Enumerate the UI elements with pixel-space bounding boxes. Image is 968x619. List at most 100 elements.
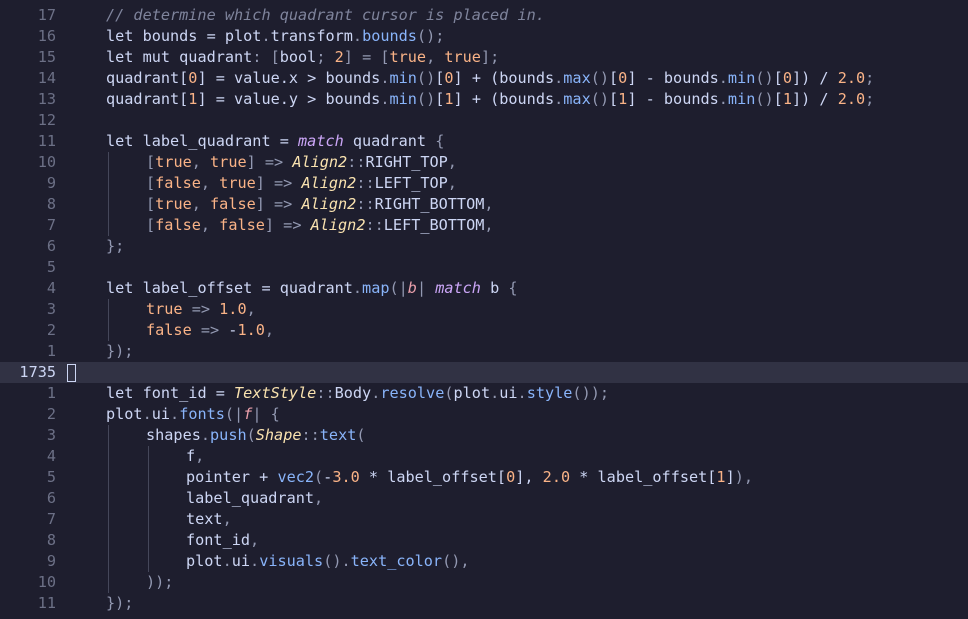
code-token: transform xyxy=(270,27,353,45)
code-line[interactable]: 1 let font_id = TextStyle::Body.resolve(p… xyxy=(0,383,968,404)
code-line[interactable]: 2 plot.ui.fonts(|f| { xyxy=(0,404,968,425)
line-number: 7 xyxy=(46,510,56,528)
code-token: () xyxy=(416,69,436,87)
code-token: let xyxy=(106,279,143,297)
code-text: [false, false] => Align2::LEFT_BOTTOM, xyxy=(146,215,494,236)
code-line[interactable]: 9 plot.ui.visuals().text_color(), xyxy=(0,551,968,572)
code-token: true xyxy=(155,195,192,213)
code-line[interactable]: 2 false => -1.0, xyxy=(0,320,968,341)
code-token: 2.0 xyxy=(837,69,866,87)
code-token: fonts xyxy=(179,405,225,423)
code-line[interactable]: 15 let mut quadrant: [bool; 2] = [true, t… xyxy=(0,47,968,68)
code-token: b xyxy=(480,279,509,297)
code-line[interactable]: 7 text, xyxy=(0,509,968,530)
code-token: . xyxy=(142,405,152,423)
code-text: text, xyxy=(186,509,232,530)
code-token: (| xyxy=(224,405,244,423)
code-token: false xyxy=(219,216,265,234)
line-number: 5 xyxy=(46,468,56,486)
code-line[interactable]: 5 pointer + vec2(-3.0 * label_offset[0], … xyxy=(0,467,968,488)
line-number: 12 xyxy=(37,111,56,129)
code-line[interactable]: 14 quadrant[0] = value.x > bounds.min()[0… xyxy=(0,68,968,89)
line-number: 5 xyxy=(46,258,56,276)
indent-guide xyxy=(108,299,109,320)
code-token: :: xyxy=(316,384,335,402)
code-line[interactable]: 10 [true, true] => Align2::RIGHT_TOP, xyxy=(0,152,968,173)
code-line[interactable]: 6}; xyxy=(0,236,968,257)
code-token: plot xyxy=(106,405,143,423)
code-line[interactable]: 13 quadrant[1] = value.y > bounds.min()[1… xyxy=(0,89,968,110)
code-token: f xyxy=(186,447,196,465)
code-token: bounds xyxy=(362,27,417,45)
code-token: Body xyxy=(334,384,372,402)
code-token: 1 xyxy=(444,90,454,108)
code-line[interactable]: 4 let label_offset = quadrant.map(|b| mat… xyxy=(0,278,968,299)
code-token: - xyxy=(323,468,333,486)
code-text: quadrant[0] = value.x > bounds.min()[0] … xyxy=(106,68,874,89)
indent-guide xyxy=(108,194,109,215)
code-token: ]; xyxy=(480,48,500,66)
code-token: text xyxy=(319,426,357,444)
code-token: label_offset = quadrant xyxy=(142,279,353,297)
line-number: 3 xyxy=(46,300,56,318)
code-token: => xyxy=(182,300,220,318)
line-number: 10 xyxy=(37,153,56,171)
code-token: true xyxy=(444,48,481,66)
code-token: , xyxy=(484,216,494,234)
code-token: , xyxy=(195,447,205,465)
line-number: 9 xyxy=(46,174,56,192)
code-token: 3.0 xyxy=(332,468,360,486)
current-line[interactable]: 1735 xyxy=(0,362,968,383)
code-token: ] + (bounds xyxy=(453,90,555,108)
code-token: [ xyxy=(609,90,619,108)
code-line[interactable]: 17 // determine which quadrant cursor is … xyxy=(0,5,968,26)
code-token: ] = value.y > bounds xyxy=(197,90,381,108)
code-token: Align2 xyxy=(310,216,366,234)
code-token: false xyxy=(155,216,201,234)
code-line[interactable]: 5 xyxy=(0,257,968,278)
code-line[interactable]: 16 let bounds = plot.transform.bounds(); xyxy=(0,26,968,47)
code-line[interactable]: 8 font_id, xyxy=(0,530,968,551)
code-token: , xyxy=(447,153,457,171)
code-token: . xyxy=(352,279,363,297)
code-token: min xyxy=(727,90,756,108)
indent-guide xyxy=(148,551,149,572)
code-token: ] + (bounds xyxy=(453,69,555,87)
code-text: f, xyxy=(186,446,204,467)
code-text: let mut quadrant: [bool; 2] = [true, tru… xyxy=(106,47,499,68)
code-token: 1 xyxy=(782,90,792,108)
code-line[interactable]: 10)); xyxy=(0,572,968,593)
code-line[interactable]: 9 [false, true] => Align2::LEFT_TOP, xyxy=(0,173,968,194)
code-token: RIGHT_BOTTOM xyxy=(374,195,485,213)
code-token: push xyxy=(210,426,247,444)
code-line[interactable]: 3 true => 1.0, xyxy=(0,299,968,320)
code-token: let mut xyxy=(106,48,180,66)
code-line[interactable]: 1}); xyxy=(0,341,968,362)
code-line[interactable]: 4 f, xyxy=(0,446,968,467)
code-line[interactable]: 7 [false, false] => Align2::LEFT_BOTTOM, xyxy=(0,215,968,236)
code-line[interactable]: 11}); xyxy=(0,593,968,614)
line-number: 13 xyxy=(37,90,56,108)
code-line[interactable]: 11 let label_quadrant = match quadrant { xyxy=(0,131,968,152)
code-token: , xyxy=(426,48,445,66)
code-token: () xyxy=(590,69,610,87)
code-token: LEFT_TOP xyxy=(374,174,448,192)
code-token: true xyxy=(210,153,247,171)
code-editor[interactable]: 17// determine which quadrant cursor is … xyxy=(0,0,968,619)
code-line[interactable]: 3 shapes.push(Shape::text( xyxy=(0,425,968,446)
code-token: Align2 xyxy=(301,195,357,213)
code-line[interactable]: 6 label_quadrant, xyxy=(0,488,968,509)
code-token: 1.0 xyxy=(237,321,265,339)
code-line[interactable]: 12 xyxy=(0,110,968,131)
code-token: [ xyxy=(146,216,156,234)
code-token: quadrant[ xyxy=(106,69,189,87)
indent-guide xyxy=(108,320,109,341)
line-number: 2 xyxy=(46,405,56,423)
code-token: 2 xyxy=(334,48,344,66)
line-number: 17 xyxy=(37,6,56,24)
code-token: let xyxy=(106,132,143,150)
code-line[interactable]: 8 [true, false] => Align2::RIGHT_BOTTOM, xyxy=(0,194,968,215)
code-text: font_id, xyxy=(186,530,259,551)
code-token: . xyxy=(490,384,500,402)
code-token: true xyxy=(155,153,192,171)
